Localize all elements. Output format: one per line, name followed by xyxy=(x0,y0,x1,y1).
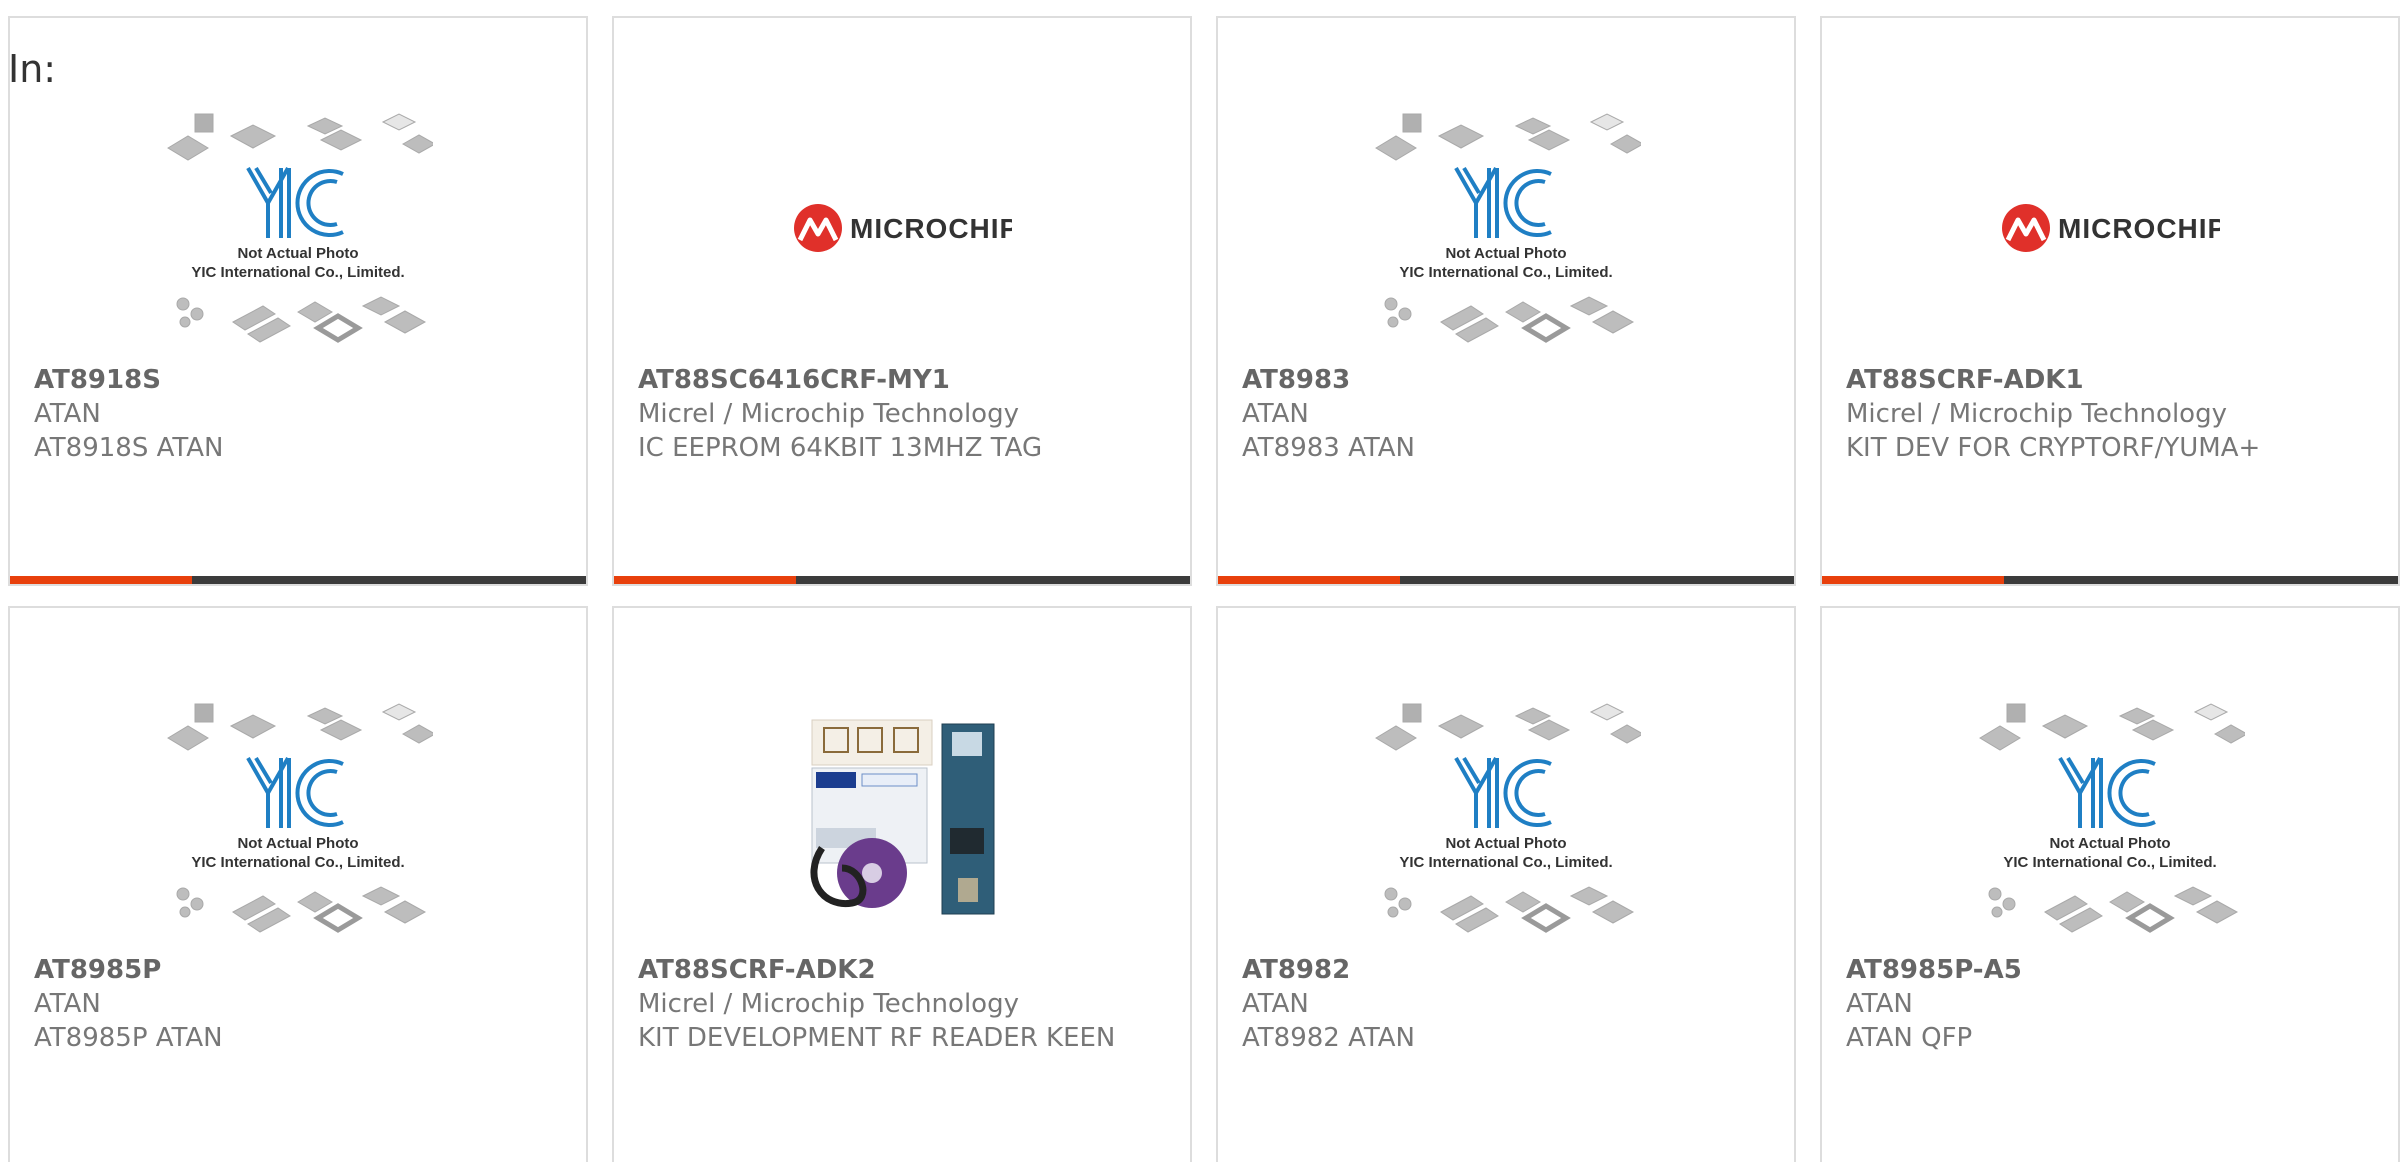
yic-caption-1: Not Actual Photo xyxy=(1445,245,1566,262)
card-accent-bar xyxy=(1822,576,2398,584)
yic-placeholder-image: Not Actual Photo YIC International Co., … xyxy=(167,703,433,933)
product-part-number[interactable]: AT88SCRF-ADK1 xyxy=(1846,363,2378,397)
product-card[interactable]: AT88SCRF-ADK2 Micrel / Microchip Technolo… xyxy=(612,606,1192,1162)
yic-placeholder-image: Not Actual Photo YIC International Co., … xyxy=(1375,703,1641,933)
product-manufacturer: ATAN xyxy=(1846,989,1913,1019)
product-part-number[interactable]: AT8985P xyxy=(34,953,566,987)
product-info: AT8983 ATAN AT8983 ATAN xyxy=(1242,363,1774,465)
product-info: AT8918S ATAN AT8918S ATAN xyxy=(34,363,566,465)
product-manufacturer: Micrel / Microchip Technology xyxy=(638,989,1019,1019)
card-accent-segment xyxy=(614,576,796,584)
card-accent-segment xyxy=(10,576,192,584)
card-accent-bar xyxy=(10,576,586,584)
product-manufacturer: ATAN xyxy=(1242,399,1309,429)
product-image[interactable]: Not Actual Photo YIC International Co., … xyxy=(10,678,586,958)
product-card[interactable]: Not Actual Photo YIC International Co., … xyxy=(8,16,588,586)
product-description: ATAN QFP xyxy=(1846,1023,1973,1053)
card-accent-bar xyxy=(1218,576,1794,584)
product-image[interactable]: Not Actual Photo YIC International Co., … xyxy=(1822,678,2398,958)
product-image[interactable] xyxy=(614,678,1190,958)
product-manufacturer: ATAN xyxy=(1242,989,1309,1019)
product-manufacturer: ATAN xyxy=(34,989,101,1019)
product-description: AT8918S ATAN xyxy=(34,433,224,463)
yic-caption-2: YIC International Co., Limited. xyxy=(191,264,404,281)
product-description: AT8985P ATAN xyxy=(34,1023,223,1053)
product-description: AT8982 ATAN xyxy=(1242,1023,1415,1053)
product-part-number[interactable]: AT8982 xyxy=(1242,953,1774,987)
product-card[interactable]: Not Actual Photo YIC International Co., … xyxy=(1216,606,1796,1162)
yic-caption-1: Not Actual Photo xyxy=(1445,835,1566,852)
yic-caption-1: Not Actual Photo xyxy=(237,835,358,852)
product-image[interactable]: Not Actual Photo YIC International Co., … xyxy=(1218,678,1794,958)
card-accent-segment xyxy=(1218,576,1400,584)
product-info: AT88SC6416CRF-MY1 Micrel / Microchip Tech… xyxy=(638,363,1170,465)
product-description: KIT DEVELOPMENT RF READER KEEN xyxy=(638,1023,1116,1053)
microchip-logo-text: MICROCHIP xyxy=(850,213,1012,244)
product-card[interactable]: MICROCHIP AT88SC6416CRF-MY1 Micrel / Micr… xyxy=(612,16,1192,586)
yic-caption-2: YIC International Co., Limited. xyxy=(2003,854,2216,871)
product-description: IC EEPROM 64KBIT 13MHZ TAG xyxy=(638,433,1043,463)
product-manufacturer: Micrel / Microchip Technology xyxy=(638,399,1019,429)
product-card[interactable]: MICROCHIP AT88SCRF-ADK1 Micrel / Microchi… xyxy=(1820,16,2400,586)
yic-caption-2: YIC International Co., Limited. xyxy=(1399,854,1612,871)
card-accent-bar xyxy=(614,576,1190,584)
microchip-logo: MICROCHIP xyxy=(794,204,1012,252)
product-image[interactable]: Not Actual Photo YIC International Co., … xyxy=(10,88,586,368)
product-description: AT8983 ATAN xyxy=(1242,433,1415,463)
product-image[interactable]: Not Actual Photo YIC International Co., … xyxy=(1218,88,1794,368)
yic-caption-1: Not Actual Photo xyxy=(2049,835,2170,852)
product-manufacturer: ATAN xyxy=(34,399,101,429)
product-part-number[interactable]: AT8918S xyxy=(34,363,566,397)
product-info: AT8985P-A5 ATAN ATAN QFP xyxy=(1846,953,2378,1055)
product-part-number[interactable]: AT88SC6416CRF-MY1 xyxy=(638,363,1170,397)
yic-placeholder-image: Not Actual Photo YIC International Co., … xyxy=(1375,113,1641,343)
product-info: AT8982 ATAN AT8982 ATAN xyxy=(1242,953,1774,1055)
product-part-number[interactable]: AT8983 xyxy=(1242,363,1774,397)
product-part-number[interactable]: AT88SCRF-ADK2 xyxy=(638,953,1170,987)
yic-caption-2: YIC International Co., Limited. xyxy=(1399,264,1612,281)
microchip-logo-text: MICROCHIP xyxy=(2058,213,2220,244)
product-description: KIT DEV FOR CRYPTORF/YUMA+ xyxy=(1846,433,2261,463)
product-manufacturer: Micrel / Microchip Technology xyxy=(1846,399,2227,429)
yic-caption-1: Not Actual Photo xyxy=(237,245,358,262)
product-info: AT88SCRF-ADK2 Micrel / Microchip Technolo… xyxy=(638,953,1170,1055)
product-part-number[interactable]: AT8985P-A5 xyxy=(1846,953,2378,987)
card-accent-segment xyxy=(1822,576,2004,584)
yic-caption-2: YIC International Co., Limited. xyxy=(191,854,404,871)
kit-photo xyxy=(810,719,995,915)
product-image[interactable]: MICROCHIP xyxy=(1822,88,2398,368)
in-filter-label: In: xyxy=(8,47,57,91)
product-card[interactable]: Not Actual Photo YIC International Co., … xyxy=(1820,606,2400,1162)
product-info: AT8985P ATAN AT8985P ATAN xyxy=(34,953,566,1055)
product-image[interactable]: MICROCHIP xyxy=(614,88,1190,368)
yic-placeholder-image: Not Actual Photo YIC International Co., … xyxy=(1979,703,2245,933)
product-info: AT88SCRF-ADK1 Micrel / Microchip Technolo… xyxy=(1846,363,2378,465)
microchip-logo: MICROCHIP xyxy=(2002,204,2220,252)
yic-placeholder-image: Not Actual Photo YIC International Co., … xyxy=(167,113,433,343)
product-card[interactable]: Not Actual Photo YIC International Co., … xyxy=(1216,16,1796,586)
product-card[interactable]: Not Actual Photo YIC International Co., … xyxy=(8,606,588,1162)
